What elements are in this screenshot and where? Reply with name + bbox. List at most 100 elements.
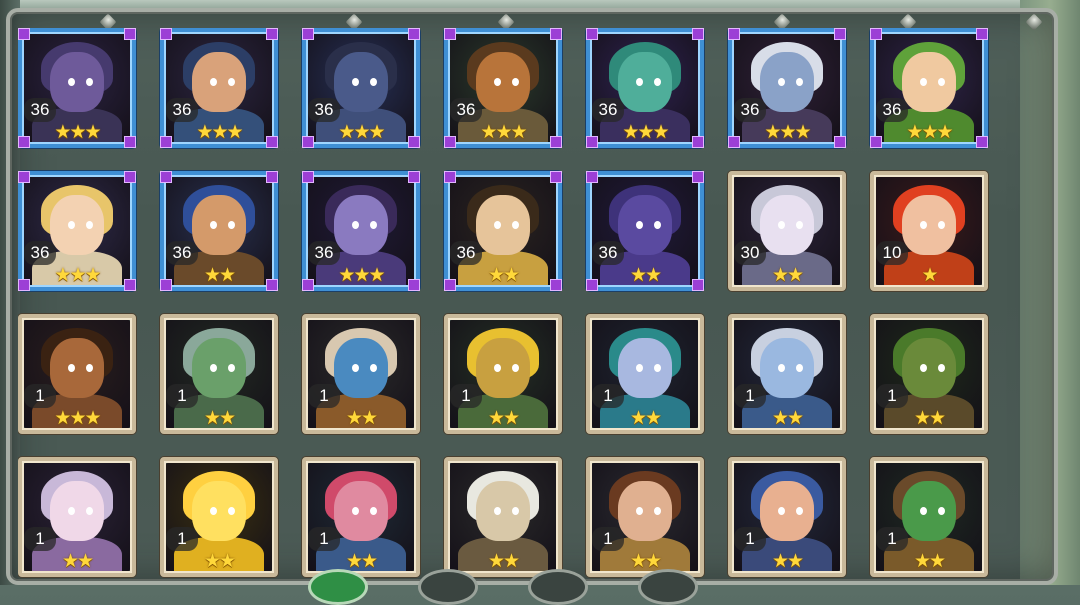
hero-card[interactable]: 1 ★★ (160, 314, 278, 434)
hero-card[interactable]: 1 ★★★ (18, 314, 136, 434)
frame-corner-gem (408, 28, 420, 40)
hero-card[interactable]: ★★ (444, 457, 562, 577)
hero-card[interactable]: 1 ★★ (160, 457, 278, 577)
hero-card[interactable]: 36 ★★ (160, 171, 278, 291)
star-icon: ★ (487, 408, 505, 429)
star-icon: ★ (219, 551, 236, 572)
eye (778, 221, 785, 229)
star-rating: ★★ (732, 408, 842, 430)
hero-face (334, 52, 388, 112)
hero-card[interactable]: 36 ★★★ (160, 28, 278, 148)
hero-card[interactable]: 1 ★★ (444, 314, 562, 434)
eye (512, 78, 519, 86)
hero-card[interactable]: 36 ★★ (444, 171, 562, 291)
eye (636, 78, 643, 86)
hero-level-badge: 1 (876, 527, 908, 551)
hero-card[interactable]: 30 ★★ (728, 171, 846, 291)
hero-card[interactable]: 1 ★★ (870, 314, 988, 434)
eye (512, 507, 519, 515)
frame-corner-gem (550, 171, 562, 183)
star-icon: ★ (54, 122, 71, 143)
hero-card[interactable]: 36 ★★★ (302, 28, 420, 148)
star-rating: ★★★ (164, 122, 274, 144)
hero-card[interactable]: 1 ★★ (728, 314, 846, 434)
eye (210, 78, 217, 86)
star-icon: ★ (69, 408, 86, 429)
hero-level-badge: 36 (308, 98, 340, 122)
star-icon: ★ (645, 408, 662, 429)
eye (210, 364, 217, 372)
bottom-tab-button[interactable] (638, 569, 698, 605)
eye (352, 507, 359, 515)
star-icon: ★ (787, 551, 804, 572)
star-icon: ★ (771, 551, 789, 572)
star-icon: ★ (84, 408, 102, 429)
hero-level-badge: 36 (24, 98, 56, 122)
star-rating: ★ (874, 265, 984, 287)
star-icon: ★ (211, 122, 228, 143)
frame-corner-gem (834, 28, 846, 40)
star-icon: ★ (913, 551, 931, 572)
star-icon: ★ (203, 265, 221, 286)
hero-card[interactable]: 36 ★★★ (302, 171, 420, 291)
hero-level-badge: 1 (308, 384, 340, 408)
hero-level-badge: 36 (450, 98, 482, 122)
eye (370, 364, 377, 372)
bottom-tab-button[interactable] (308, 569, 368, 605)
star-icon: ★ (345, 551, 363, 572)
star-rating: ★★ (22, 551, 132, 573)
star-rating: ★★ (164, 551, 274, 573)
star-rating: ★★ (590, 551, 700, 573)
hero-face (334, 338, 388, 398)
hero-level-badge: 1 (734, 527, 766, 551)
hero-face (50, 481, 104, 541)
eye (228, 78, 235, 86)
eye (494, 78, 501, 86)
star-icon: ★ (645, 265, 662, 286)
star-icon: ★ (219, 408, 236, 429)
star-rating: ★★★ (22, 122, 132, 144)
star-icon: ★ (510, 122, 528, 143)
hero-card[interactable]: 36 ★★★ (444, 28, 562, 148)
frame-corner-gem (302, 28, 314, 40)
star-icon: ★ (368, 265, 386, 286)
star-rating: ★★ (874, 551, 984, 573)
frame-corner-gem (408, 171, 420, 183)
hero-card[interactable]: 1 ★★ (18, 457, 136, 577)
hero-card[interactable]: 1 ★★ (586, 314, 704, 434)
hero-card[interactable]: 1 ★★ (302, 314, 420, 434)
star-icon: ★ (913, 408, 931, 429)
eye (778, 507, 785, 515)
hero-face (902, 52, 956, 112)
star-rating: ★★ (306, 408, 416, 430)
eye (654, 507, 661, 515)
hero-card[interactable]: 1 ★★ (870, 457, 988, 577)
hero-card[interactable]: 36 ★★★ (18, 28, 136, 148)
bottom-tab-button[interactable] (418, 569, 478, 605)
hero-card[interactable]: 1 ★★ (728, 457, 846, 577)
hero-card[interactable]: 1 ★★ (302, 457, 420, 577)
rivet-icon (1025, 13, 1043, 31)
frame-corner-gem (160, 171, 172, 183)
hero-card[interactable]: 10 ★ (870, 171, 988, 291)
star-icon: ★ (629, 265, 647, 286)
hero-card[interactable]: 1 ★★ (586, 457, 704, 577)
hero-card[interactable]: 36 ★★★ (870, 28, 988, 148)
hero-face (902, 338, 956, 398)
star-icon: ★ (764, 122, 781, 143)
star-rating: ★★★ (306, 122, 416, 144)
eye (86, 221, 93, 229)
hero-level-badge: 1 (24, 384, 56, 408)
star-rating: ★★ (448, 551, 558, 573)
star-rating: ★★ (164, 265, 274, 287)
bottom-tab-button[interactable] (528, 569, 588, 605)
hero-card[interactable]: 36 ★★★ (586, 28, 704, 148)
hero-card[interactable]: 36 ★★★ (728, 28, 846, 148)
hero-card[interactable]: 36 ★★ (586, 171, 704, 291)
star-icon: ★ (226, 122, 244, 143)
star-icon: ★ (503, 408, 520, 429)
frame-corner-gem (586, 28, 598, 40)
hero-card[interactable]: 36 ★★★ (18, 171, 136, 291)
star-icon: ★ (361, 408, 378, 429)
hero-level-badge: 36 (24, 241, 56, 265)
